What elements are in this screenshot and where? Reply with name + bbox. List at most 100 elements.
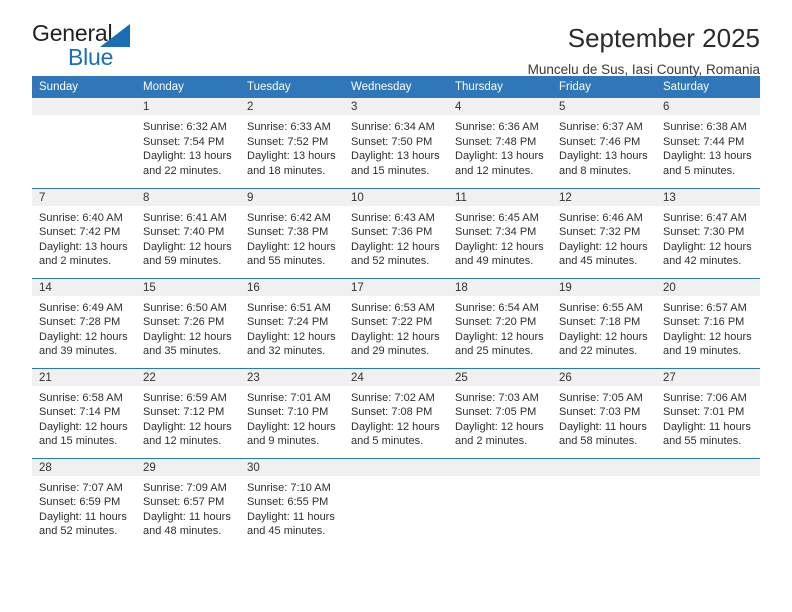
calendar-day-cell[interactable]: 8 Sunrise: 6:41 AM Sunset: 7:40 PM Daylight… [136,187,240,278]
sunrise-text: Sunrise: 6:54 AM [455,301,539,314]
sunrise-text: Sunrise: 7:06 AM [663,391,747,404]
day-details: Sunrise: 7:09 AM Sunset: 6:57 PM Daylight:… [136,476,240,539]
day-number: 7 [32,188,136,206]
daylight-text: Daylight: 12 hours [351,240,440,253]
sunset-text: Sunset: 7:24 PM [247,316,329,329]
logo-top-row: General [32,22,130,48]
calendar-day-cell[interactable]: 10 Sunrise: 6:43 AM Sunset: 7:36 PM Dayligh… [344,187,448,278]
day-number [344,458,448,476]
general-blue-logo[interactable]: General Blue [32,22,130,69]
calendar-day-cell[interactable]: 26 Sunrise: 7:05 AM Sunset: 7:03 PM Dayligh… [552,367,656,458]
daylight-text: Daylight: 12 hours [143,420,232,433]
day-details: Sunrise: 7:05 AM Sunset: 7:03 PM Daylight:… [552,386,656,449]
day-number: 13 [656,188,760,206]
day-number [656,458,760,476]
calendar-day-cell[interactable]: 23 Sunrise: 7:01 AM Sunset: 7:10 PM Dayligh… [240,367,344,458]
day-details: Sunrise: 7:07 AM Sunset: 6:59 PM Daylight:… [32,476,136,539]
sunrise-text: Sunrise: 6:37 AM [559,121,643,133]
sunset-text: Sunset: 7:54 PM [143,135,225,148]
day-details: Sunrise: 6:49 AM Sunset: 7:28 PM Daylight:… [32,296,136,359]
daylight-text-cont: and 2 minutes. [39,255,112,268]
calendar-day-cell[interactable]: 11 Sunrise: 6:45 AM Sunset: 7:34 PM Dayligh… [448,187,552,278]
calendar-day-cell[interactable]: 7 Sunrise: 6:40 AM Sunset: 7:42 PM Daylight… [32,187,136,278]
sunrise-text: Sunrise: 6:45 AM [455,211,539,224]
daylight-text-cont: and 22 minutes. [143,164,222,177]
calendar-day-cell[interactable]: 15 Sunrise: 6:50 AM Sunset: 7:26 PM Dayligh… [136,277,240,368]
sunrise-text: Sunrise: 6:43 AM [351,211,435,224]
calendar-day-cell[interactable]: 18 Sunrise: 6:54 AM Sunset: 7:20 PM Dayligh… [448,277,552,368]
calendar-day-cell[interactable]: 6 Sunrise: 6:38 AM Sunset: 7:44 PM Daylight… [656,98,760,188]
calendar-day-cell[interactable]: 9 Sunrise: 6:42 AM Sunset: 7:38 PM Daylight… [240,187,344,278]
sunset-text: Sunset: 7:34 PM [455,226,537,239]
calendar-week-row: 28 Sunrise: 7:07 AM Sunset: 6:59 PM Dayligh… [32,457,760,548]
sunrise-text: Sunrise: 7:09 AM [143,481,227,494]
sunrise-text: Sunrise: 6:41 AM [143,211,227,224]
calendar-day-cell[interactable]: 4 Sunrise: 6:36 AM Sunset: 7:48 PM Daylight… [448,98,552,188]
day-details: Sunrise: 6:36 AM Sunset: 7:48 PM Daylight:… [448,115,552,178]
sunset-text: Sunset: 7:38 PM [247,226,329,239]
calendar-day-cell[interactable]: 28 Sunrise: 7:07 AM Sunset: 6:59 PM Dayligh… [32,457,136,548]
daylight-text-cont: and 49 minutes. [455,255,534,268]
day-details [656,476,760,481]
calendar-day-cell[interactable]: 30 Sunrise: 7:10 AM Sunset: 6:55 PM Dayligh… [240,457,344,548]
day-details: Sunrise: 7:06 AM Sunset: 7:01 PM Daylight:… [656,386,760,449]
calendar-day-cell[interactable]: 22 Sunrise: 6:59 AM Sunset: 7:12 PM Dayligh… [136,367,240,458]
day-number: 27 [656,368,760,386]
daylight-text: Daylight: 13 hours [247,150,336,163]
sunrise-text: Sunrise: 6:57 AM [663,301,747,314]
calendar-week-row: 14 Sunrise: 6:49 AM Sunset: 7:28 PM Dayligh… [32,277,760,368]
sunrise-text: Sunrise: 7:03 AM [455,391,539,404]
calendar-day-cell[interactable]: 5 Sunrise: 6:37 AM Sunset: 7:46 PM Daylight… [552,98,656,188]
daylight-text: Daylight: 12 hours [143,330,232,343]
day-number: 15 [136,278,240,296]
calendar-day-cell-empty [344,457,448,548]
day-details: Sunrise: 6:43 AM Sunset: 7:36 PM Daylight:… [344,206,448,269]
day-number: 18 [448,278,552,296]
calendar-day-cell[interactable]: 21 Sunrise: 6:58 AM Sunset: 7:14 PM Dayligh… [32,367,136,458]
day-number: 19 [552,278,656,296]
daylight-text-cont: and 55 minutes. [247,255,326,268]
day-number: 10 [344,188,448,206]
day-details: Sunrise: 6:45 AM Sunset: 7:34 PM Daylight:… [448,206,552,269]
calendar-day-cell[interactable]: 20 Sunrise: 6:57 AM Sunset: 7:16 PM Dayligh… [656,277,760,368]
daylight-text-cont: and 15 minutes. [39,435,118,448]
day-number: 17 [344,278,448,296]
calendar-day-cell[interactable]: 29 Sunrise: 7:09 AM Sunset: 6:57 PM Dayligh… [136,457,240,548]
day-details: Sunrise: 6:50 AM Sunset: 7:26 PM Daylight:… [136,296,240,359]
calendar-day-cell[interactable]: 17 Sunrise: 6:53 AM Sunset: 7:22 PM Dayligh… [344,277,448,368]
sunset-text: Sunset: 7:28 PM [39,316,121,329]
day-details: Sunrise: 7:02 AM Sunset: 7:08 PM Daylight:… [344,386,448,449]
sunset-text: Sunset: 7:32 PM [559,226,641,239]
sunrise-text: Sunrise: 6:47 AM [663,211,747,224]
day-details: Sunrise: 6:57 AM Sunset: 7:16 PM Daylight:… [656,296,760,359]
day-number: 3 [344,98,448,115]
calendar-day-cell[interactable]: 2 Sunrise: 6:33 AM Sunset: 7:52 PM Daylight… [240,98,344,188]
sunset-text: Sunset: 7:22 PM [351,316,433,329]
daylight-text: Daylight: 13 hours [143,150,232,163]
calendar-day-cell[interactable]: 25 Sunrise: 7:03 AM Sunset: 7:05 PM Dayligh… [448,367,552,458]
sunset-text: Sunset: 7:40 PM [143,226,225,239]
daylight-text: Daylight: 13 hours [351,150,440,163]
sunrise-text: Sunrise: 7:07 AM [39,481,123,494]
calendar-week-row: 7 Sunrise: 6:40 AM Sunset: 7:42 PM Daylight… [32,187,760,278]
day-number: 11 [448,188,552,206]
daylight-text-cont: and 32 minutes. [247,345,326,358]
day-number: 16 [240,278,344,296]
calendar-day-cell[interactable]: 27 Sunrise: 7:06 AM Sunset: 7:01 PM Dayligh… [656,367,760,458]
daylight-text-cont: and 59 minutes. [143,255,222,268]
calendar-day-cell[interactable]: 1 Sunrise: 6:32 AM Sunset: 7:54 PM Daylight… [136,98,240,188]
calendar-day-cell[interactable]: 16 Sunrise: 6:51 AM Sunset: 7:24 PM Dayligh… [240,277,344,368]
day-number: 25 [448,368,552,386]
calendar-day-cell[interactable]: 12 Sunrise: 6:46 AM Sunset: 7:32 PM Dayligh… [552,187,656,278]
calendar-day-cell[interactable]: 13 Sunrise: 6:47 AM Sunset: 7:30 PM Dayligh… [656,187,760,278]
day-number: 29 [136,458,240,476]
calendar-day-cell[interactable]: 19 Sunrise: 6:55 AM Sunset: 7:18 PM Dayligh… [552,277,656,368]
sunrise-text: Sunrise: 6:38 AM [663,121,747,133]
weekday-header-thursday: Thursday [448,76,552,98]
daylight-text: Daylight: 12 hours [143,240,232,253]
daylight-text: Daylight: 11 hours [143,510,231,523]
calendar-day-cell[interactable]: 3 Sunrise: 6:34 AM Sunset: 7:50 PM Daylight… [344,98,448,188]
calendar-day-cell[interactable]: 24 Sunrise: 7:02 AM Sunset: 7:08 PM Dayligh… [344,367,448,458]
sunrise-text: Sunrise: 6:46 AM [559,211,643,224]
calendar-day-cell[interactable]: 14 Sunrise: 6:49 AM Sunset: 7:28 PM Dayligh… [32,277,136,368]
